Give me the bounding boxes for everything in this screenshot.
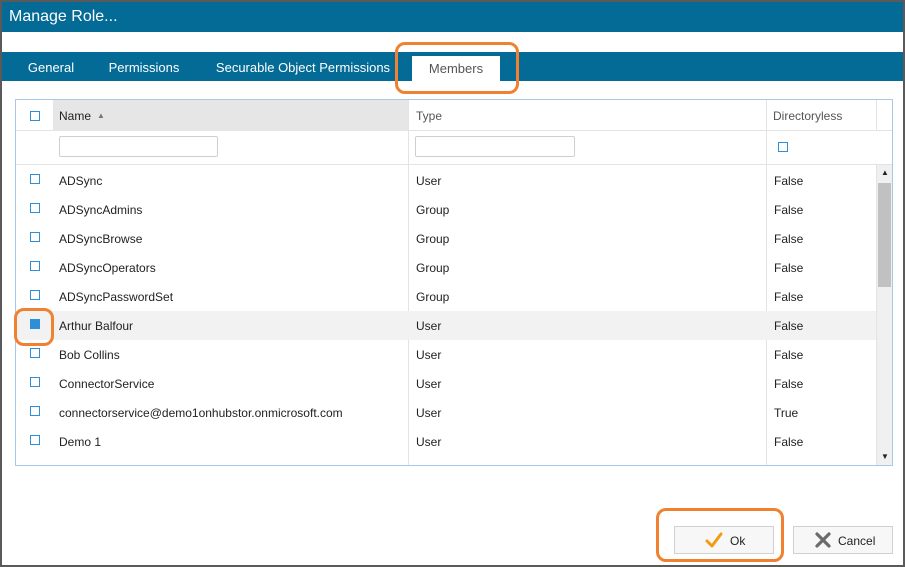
- cancel-button-label: Cancel: [838, 534, 876, 548]
- cancel-button[interactable]: Cancel: [793, 526, 893, 554]
- title-bar: Manage Role...: [2, 2, 903, 32]
- row-checkbox[interactable]: [30, 348, 40, 358]
- table-row[interactable]: ADSyncOperators Group False: [16, 253, 878, 282]
- ok-button[interactable]: Ok: [674, 526, 774, 554]
- table-row[interactable]: ConnectorService User False: [16, 369, 878, 398]
- sort-ascending-icon: ▲: [97, 111, 105, 120]
- row-checkbox[interactable]: [30, 203, 40, 213]
- scroll-down-arrow-icon[interactable]: ▼: [877, 449, 892, 465]
- table-row[interactable]: connectorservice@demo1onhubstor.onmicros…: [16, 398, 878, 427]
- cell-name: Demo 1: [59, 435, 102, 449]
- cell-type: User: [416, 406, 442, 420]
- cell-type: User: [416, 319, 442, 333]
- cell-name: Arthur Balfour: [59, 319, 134, 333]
- directoryless-filter-checkbox[interactable]: [778, 142, 788, 152]
- cell-type: User: [416, 377, 442, 391]
- cell-type: Group: [416, 232, 450, 246]
- cell-type: User: [416, 348, 442, 362]
- members-grid: Name ▲ Type Directoryless ADSync User Fals…: [15, 99, 893, 466]
- cell-name: Bob Collins: [59, 348, 120, 362]
- cell-name: ADSyncBrowse: [59, 232, 143, 246]
- table-row[interactable]: Bob Collins User False: [16, 340, 878, 369]
- sorted-column-header-bg: [53, 100, 409, 131]
- table-row[interactable]: ADSyncPasswordSet Group False: [16, 282, 878, 311]
- cell-directoryless: False: [774, 174, 804, 188]
- cell-type: Group: [416, 261, 450, 275]
- cell-type: User: [416, 174, 442, 188]
- cell-type: User: [416, 435, 442, 449]
- table-row[interactable]: Arthur Balfour User False: [16, 311, 878, 340]
- x-icon: [815, 532, 831, 548]
- tab-members[interactable]: Members: [412, 56, 500, 81]
- column-header-name[interactable]: Name: [59, 109, 91, 123]
- column-divider: [876, 100, 877, 131]
- ok-button-label: Ok: [730, 534, 746, 548]
- row-checkbox[interactable]: [30, 290, 40, 300]
- cell-directoryless: False: [774, 435, 804, 449]
- cell-name: ADSync: [59, 174, 103, 188]
- table-row[interactable]: Demo 1 User False: [16, 427, 878, 456]
- scrollbar-thumb[interactable]: [878, 183, 891, 287]
- row-checkbox[interactable]: [30, 232, 40, 242]
- tab-securable-object-permissions[interactable]: Securable Object Permissions: [205, 52, 401, 81]
- column-header-directoryless[interactable]: Directoryless: [773, 109, 842, 123]
- cell-directoryless: False: [774, 261, 804, 275]
- cell-type: Group: [416, 290, 450, 304]
- cell-directoryless: False: [774, 319, 804, 333]
- tab-general[interactable]: General: [16, 52, 86, 81]
- tab-permissions[interactable]: Permissions: [98, 52, 190, 81]
- select-all-checkbox[interactable]: [30, 111, 40, 121]
- grid-header: Name ▲ Type Directoryless: [16, 100, 892, 131]
- type-filter-input[interactable]: [415, 136, 575, 157]
- cell-directoryless: False: [774, 348, 804, 362]
- table-row[interactable]: ADSyncBrowse Group False: [16, 224, 878, 253]
- row-checkbox[interactable]: [30, 319, 40, 329]
- cell-name: ADSyncPasswordSet: [59, 290, 174, 304]
- checkmark-icon: [705, 532, 723, 548]
- name-filter-input[interactable]: [59, 136, 218, 157]
- row-checkbox[interactable]: [30, 377, 40, 387]
- cell-name: ConnectorService: [59, 377, 155, 391]
- row-checkbox[interactable]: [30, 435, 40, 445]
- cell-name: ADSyncAdmins: [59, 203, 143, 217]
- row-checkbox[interactable]: [30, 406, 40, 416]
- cell-directoryless: False: [774, 232, 804, 246]
- cell-directoryless: False: [774, 203, 804, 217]
- cell-directoryless: False: [774, 377, 804, 391]
- row-checkbox[interactable]: [30, 174, 40, 184]
- cell-directoryless: False: [774, 290, 804, 304]
- column-header-type[interactable]: Type: [416, 109, 442, 123]
- cell-name: ADSyncOperators: [59, 261, 156, 275]
- filter-row: [16, 131, 892, 165]
- dialog-title: Manage Role...: [9, 8, 118, 25]
- manage-role-dialog: Manage Role... General Permissions Secur…: [0, 0, 905, 567]
- cell-name: connectorservice@demo1onhubstor.onmicros…: [59, 406, 343, 420]
- tab-bar: General Permissions Securable Object Per…: [2, 52, 903, 81]
- table-row[interactable]: ADSync User False: [16, 166, 878, 195]
- table-row[interactable]: ADSyncAdmins Group False: [16, 195, 878, 224]
- cell-type: Group: [416, 203, 450, 217]
- scroll-up-arrow-icon[interactable]: ▲: [877, 165, 892, 181]
- vertical-scrollbar[interactable]: ▲ ▼: [876, 165, 892, 465]
- row-checkbox[interactable]: [30, 261, 40, 271]
- cell-directoryless: True: [774, 406, 799, 420]
